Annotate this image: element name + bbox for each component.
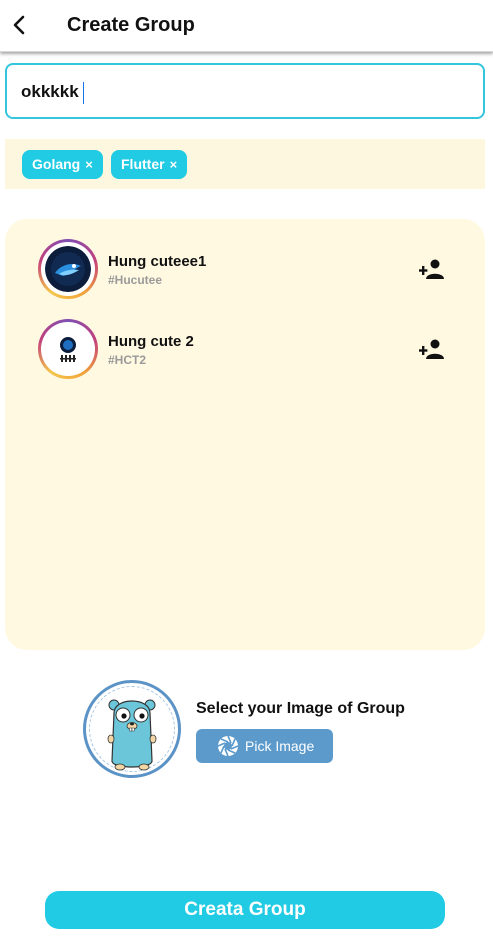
pick-image-button[interactable]: Pick Image [196,729,333,763]
member-name: Hung cuteee1 [108,253,207,270]
group-name-field[interactable] [5,63,485,119]
gopher-mascot-icon [107,699,157,771]
tag-label: Golang [32,156,81,172]
app-bar: Create Group [0,0,493,52]
chevron-left-icon [13,15,25,35]
tag-label: Flutter [121,156,165,172]
add-member-button[interactable] [419,258,445,280]
list-item[interactable]: Hung cuteee1 #Hucutee [5,239,485,303]
avatar-image [45,326,91,372]
member-handle: #HCT2 [108,353,147,367]
group-image-section: Select your Image of Group Pick Image [0,680,493,780]
page-title: Create Group [67,14,195,36]
close-icon[interactable]: × [85,150,93,179]
text-caret [83,82,84,104]
person-add-icon [419,339,444,359]
avatar [38,319,98,379]
person-add-icon [419,259,444,279]
select-image-label: Select your Image of Group [196,700,405,717]
avatar-image [45,246,91,292]
member-name: Hung cute 2 [108,333,194,350]
avatar [38,239,98,299]
selected-tags-bar: Golang × Flutter × [5,139,485,189]
camera-aperture-icon [217,735,239,757]
tag-chip-flutter[interactable]: Flutter × [111,150,188,179]
close-icon[interactable]: × [170,150,178,179]
tag-chip-golang[interactable]: Golang × [22,150,103,179]
add-member-button[interactable] [419,338,445,360]
back-button[interactable] [6,10,34,40]
list-item[interactable]: Hung cute 2 #HCT2 [5,319,485,383]
group-image-preview[interactable] [83,680,181,778]
member-handle: #Hucutee [108,273,163,287]
pick-image-label: Pick Image [245,738,315,754]
group-name-input[interactable] [21,79,461,105]
create-group-button[interactable]: Creata Group [45,891,445,929]
members-list: Hung cuteee1 #Hucutee Hung cute 2 #HCT2 [5,219,485,650]
